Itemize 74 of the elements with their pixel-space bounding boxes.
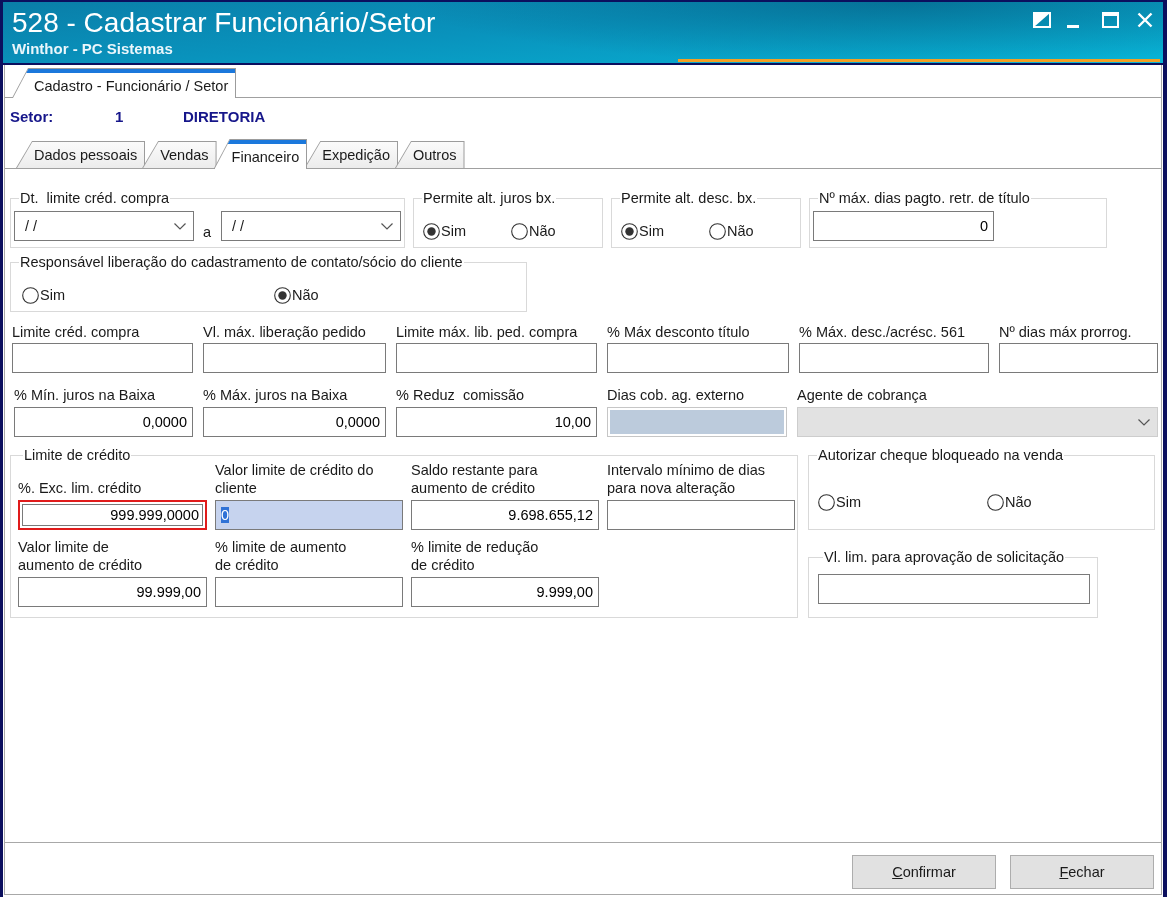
half-filled-square-icon[interactable] xyxy=(1033,12,1051,28)
tab[interactable]: Expedição xyxy=(304,141,398,168)
range-connector-text: a xyxy=(202,224,212,241)
group-title: Limite de crédito xyxy=(23,447,132,464)
field-label: % limite de redução de crédito xyxy=(411,538,539,574)
chevron-down-icon xyxy=(381,222,393,230)
field-label: % Máx desconto título xyxy=(607,324,751,341)
group-title: Autorizar cheque bloqueado na venda xyxy=(817,447,1065,464)
input-field[interactable]: 0,0000 xyxy=(203,407,386,437)
field-label: Valor limite de crédito do cliente xyxy=(215,461,374,497)
input-field[interactable]: 99.999,00 xyxy=(18,577,207,607)
window-subtitle: Winthor - PC Sistemas xyxy=(12,40,173,58)
input-field[interactable]: 0 xyxy=(813,211,994,241)
radio-option[interactable]: Não xyxy=(709,219,754,243)
input-field[interactable] xyxy=(999,343,1158,373)
maximize-icon[interactable] xyxy=(1102,12,1119,28)
date-combo[interactable]: / / xyxy=(14,211,194,241)
date-combo[interactable]: / / xyxy=(221,211,401,241)
input-field[interactable] xyxy=(203,343,386,373)
input-field[interactable]: 9.999,00 xyxy=(411,577,599,607)
group-title: Permite alt. desc. bx. xyxy=(620,190,758,207)
input-field[interactable] xyxy=(607,343,789,373)
field-label: Agente de cobrança xyxy=(797,387,928,404)
group-title: Responsável liberação do cadastramento de contato/sócio do cliente xyxy=(19,254,464,271)
group-title: Dt. limite créd. compra xyxy=(19,190,171,207)
input-field[interactable]: 10,00 xyxy=(396,407,597,437)
tab[interactable]: Outros xyxy=(395,141,465,168)
tab[interactable]: Dados pessoais xyxy=(16,141,146,168)
group-title: Permite alt. juros bx. xyxy=(422,190,557,207)
tab[interactable]: Vendas xyxy=(142,141,217,168)
input-field[interactable]: 0,0000 xyxy=(14,407,193,437)
tab[interactable]: Financeiro xyxy=(213,139,308,169)
field-label: Dias cob. ag. externo xyxy=(607,387,746,404)
chevron-down-icon xyxy=(173,222,186,230)
sector-label: Setor: xyxy=(10,107,55,125)
input-field[interactable] xyxy=(396,343,597,373)
field-label: Limite máx. lib. ped. compra xyxy=(396,324,579,341)
tab[interactable]: Cadastro - Funcionário / Setor xyxy=(12,68,237,98)
input-field[interactable] xyxy=(607,500,795,530)
field-label: Intervalo mínimo de dias para nova alteração xyxy=(607,461,765,497)
input-field[interactable] xyxy=(818,574,1090,604)
radio-option[interactable]: Sim xyxy=(621,219,664,243)
input-field[interactable]: 9.698.655,12 xyxy=(411,500,599,530)
field-label: % Mín. juros na Baixa xyxy=(14,387,157,404)
field-label: % Máx. juros na Baixa xyxy=(203,387,349,404)
group-title: Nº máx. dias pagto. retr. de título xyxy=(818,190,1031,207)
field-label: % Máx. desc./acrésc. 561 xyxy=(799,324,966,341)
field-label: % limite de aumento de crédito xyxy=(215,538,347,574)
input-field[interactable] xyxy=(799,343,989,373)
input-field[interactable] xyxy=(12,343,193,373)
radio-option[interactable]: Sim xyxy=(818,490,861,514)
radio-option[interactable]: Não xyxy=(274,283,319,307)
input-field[interactable] xyxy=(215,577,403,607)
action-button[interactable]: Confirmar xyxy=(852,855,996,889)
radio-option[interactable]: Não xyxy=(987,490,1032,514)
field-label: Nº dias máx prorrog. xyxy=(999,324,1133,341)
field-label: Saldo restante para aumento de crédito xyxy=(411,461,538,497)
chevron-down-icon xyxy=(1138,418,1150,426)
radio-option[interactable]: Sim xyxy=(22,283,65,307)
field-label: Valor limite de aumento de crédito xyxy=(18,538,143,574)
sector-name: DIRETORIA xyxy=(183,107,266,125)
radio-option[interactable]: Sim xyxy=(423,219,466,243)
sector-code: 1 xyxy=(115,107,125,125)
radio-option[interactable]: Não xyxy=(511,219,556,243)
field-label: Limite créd. compra xyxy=(12,324,141,341)
window-title: 528 - Cadastrar Funcionário/Setor xyxy=(12,6,436,40)
group-title: Vl. lim. para aprovação de solicitação xyxy=(823,549,1066,566)
field-label: % Reduz comissão xyxy=(396,387,526,404)
input-field[interactable]: 0 xyxy=(215,500,403,530)
field-label: %. Exc. lim. crédito xyxy=(18,479,142,497)
close-icon[interactable] xyxy=(1137,12,1153,28)
field-label: Vl. máx. liberação pedido xyxy=(203,324,367,341)
action-button[interactable]: Fechar xyxy=(1010,855,1154,889)
input-field[interactable]: 999.999,0000 xyxy=(18,500,207,530)
